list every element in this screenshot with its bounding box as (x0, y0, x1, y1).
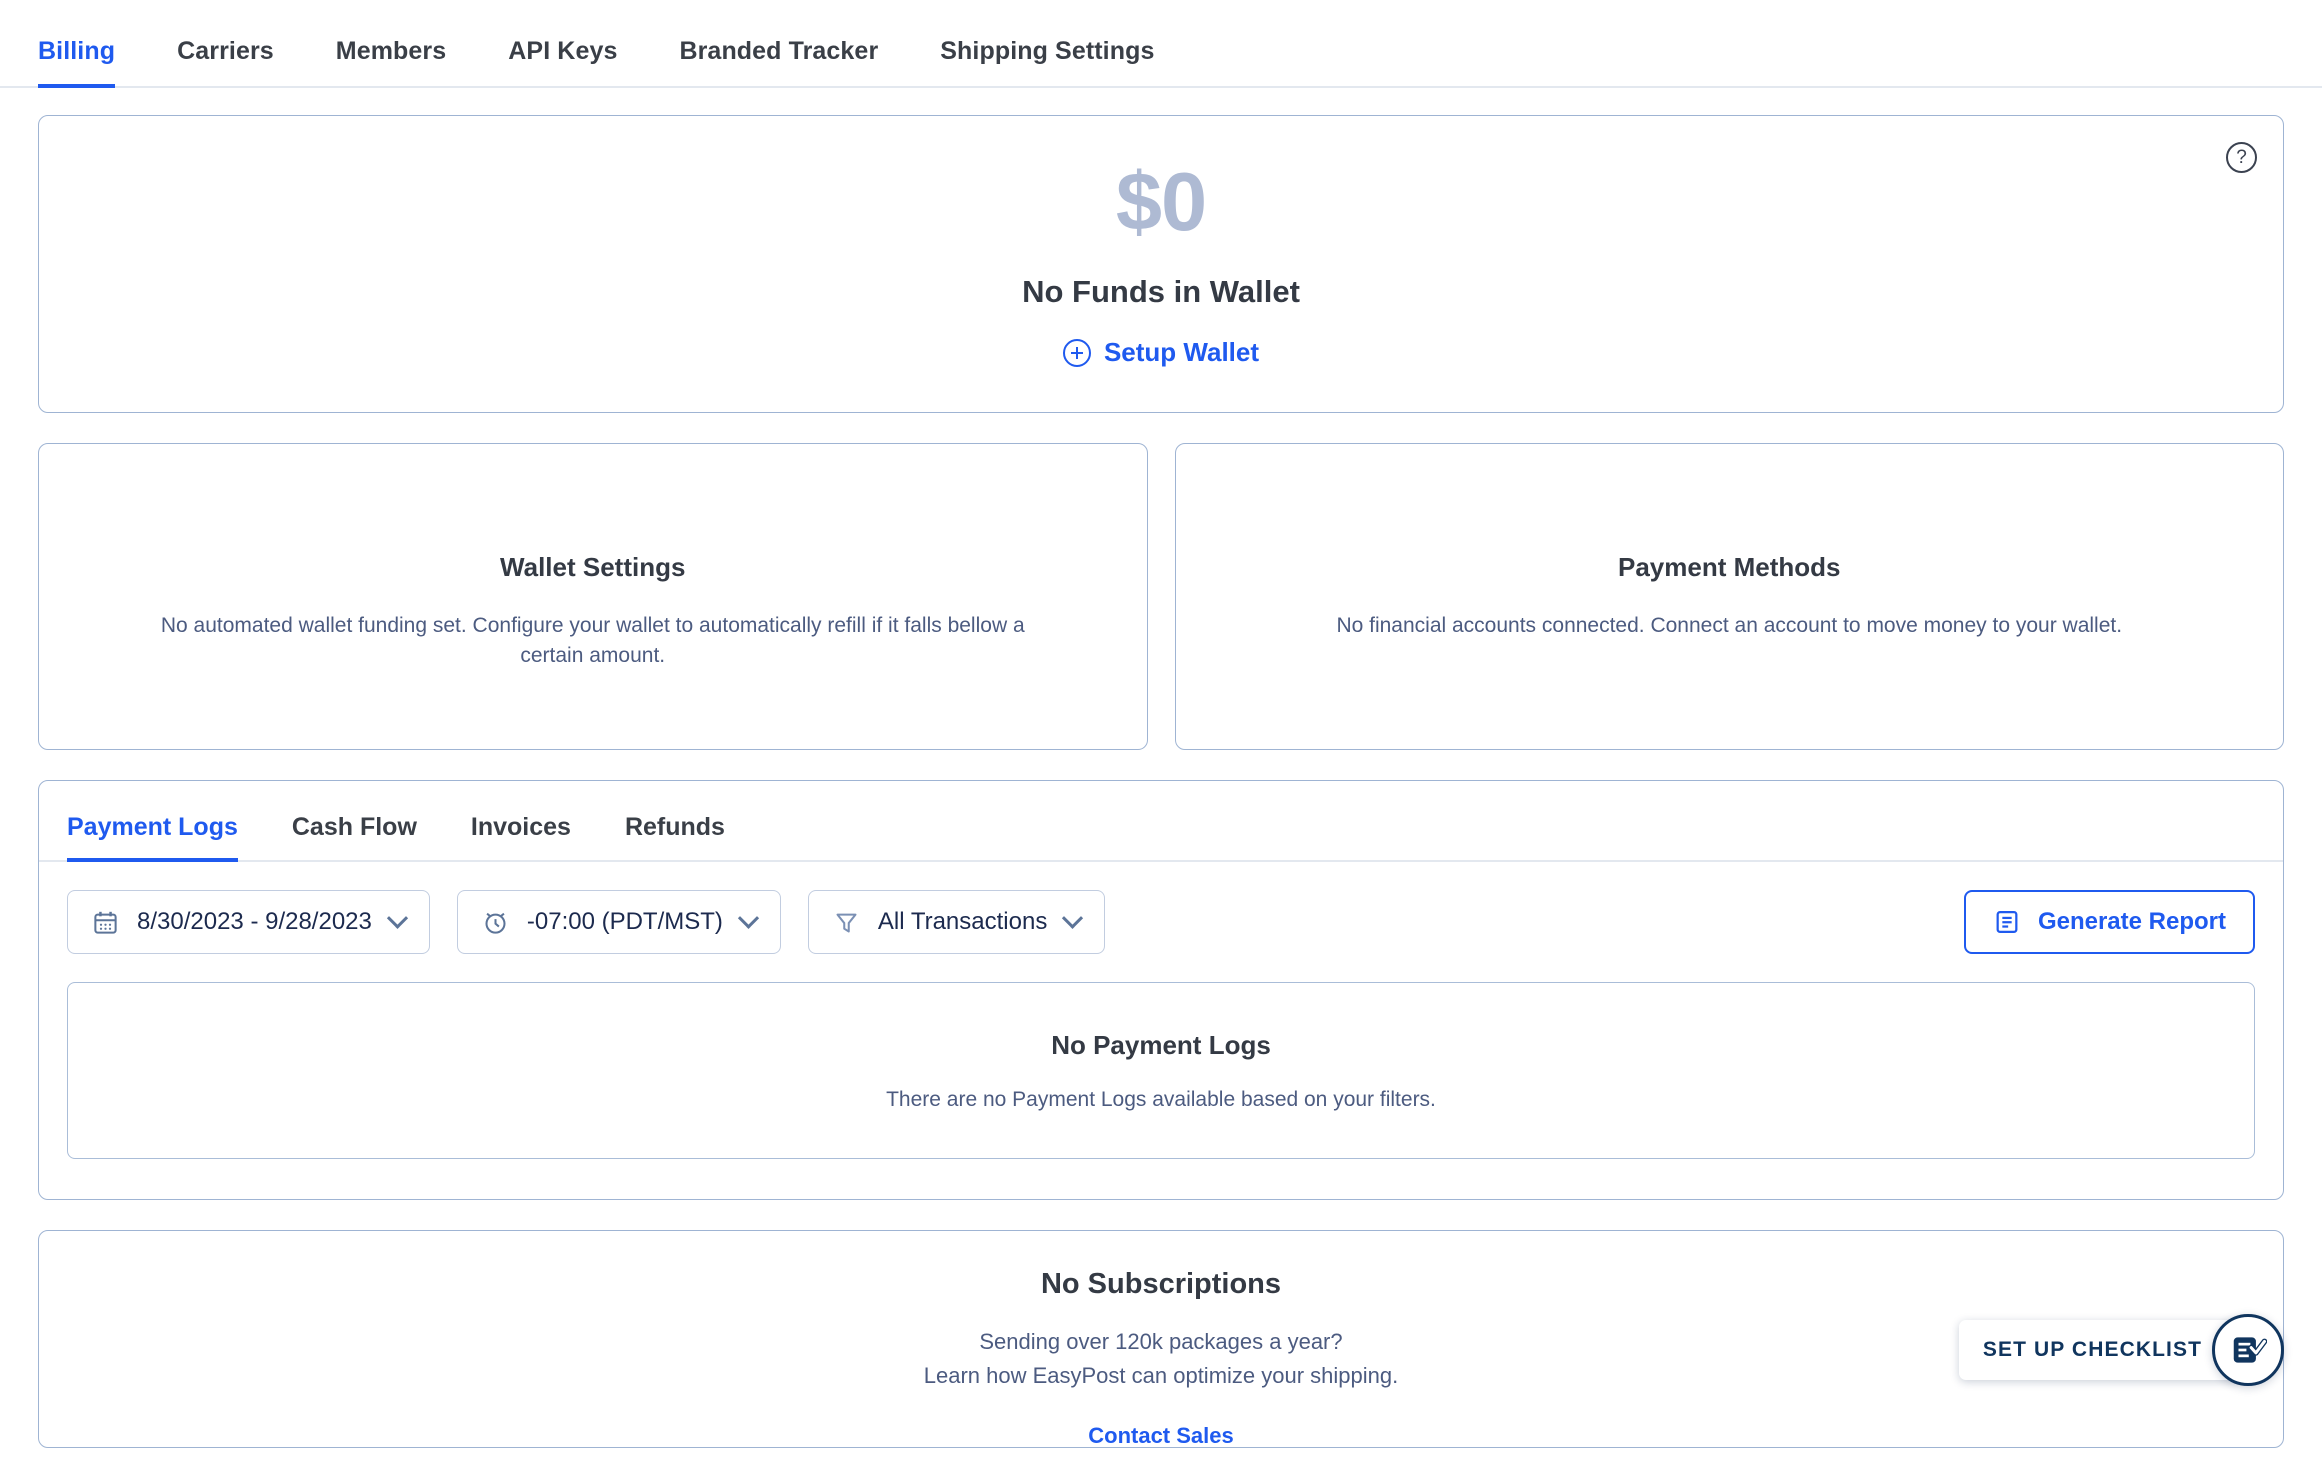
chevron-down-icon (738, 907, 759, 928)
chevron-down-icon (1062, 907, 1083, 928)
setup-checklist-button[interactable] (2212, 1314, 2284, 1386)
checklist-document-icon (2229, 1331, 2267, 1369)
setup-wallet-label: Setup Wallet (1104, 337, 1259, 368)
subscriptions-card: No Subscriptions Sending over 120k packa… (38, 1230, 2284, 1448)
payment-methods-description: No financial accounts connected. Connect… (1336, 611, 2122, 641)
generate-report-label: Generate Report (2038, 908, 2226, 936)
subtab-payment-logs-label: Payment Logs (67, 813, 238, 841)
tab-branded-tracker-label: Branded Tracker (679, 37, 878, 65)
tab-shipping-settings-label: Shipping Settings (940, 37, 1154, 65)
wallet-status-text: No Funds in Wallet (1022, 274, 1300, 310)
subtab-refunds[interactable]: Refunds (625, 813, 725, 860)
chevron-down-icon (387, 907, 408, 928)
payment-logs-empty-title: No Payment Logs (1051, 1030, 1271, 1061)
subtab-cash-flow-label: Cash Flow (292, 813, 417, 841)
payment-methods-title: Payment Methods (1618, 552, 1841, 583)
subscriptions-line-2: Learn how EasyPost can optimize your shi… (924, 1359, 1398, 1393)
setup-checklist-fab: SET UP CHECKLIST (1959, 1314, 2284, 1386)
subtab-invoices[interactable]: Invoices (471, 813, 571, 860)
timezone-value: -07:00 (PDT/MST) (527, 908, 723, 936)
wallet-summary-card: ? $0 No Funds in Wallet Setup Wallet (38, 115, 2284, 413)
tab-api-keys[interactable]: API Keys (508, 37, 617, 86)
wallet-balance-amount: $0 (1116, 160, 1206, 243)
wallet-settings-description: No automated wallet funding set. Configu… (143, 611, 1043, 672)
subscriptions-title: No Subscriptions (1041, 1268, 1281, 1301)
timezone-filter[interactable]: -07:00 (PDT/MST) (457, 890, 781, 954)
logs-tab-bar: Payment Logs Cash Flow Invoices Refunds (39, 813, 2283, 862)
transaction-type-filter[interactable]: All Transactions (808, 890, 1105, 954)
payment-logs-empty-description: There are no Payment Logs available base… (886, 1088, 1436, 1112)
tab-members[interactable]: Members (336, 37, 446, 86)
plus-circle-icon (1063, 339, 1091, 367)
tab-billing-label: Billing (38, 37, 115, 65)
subtab-payment-logs[interactable]: Payment Logs (67, 813, 238, 860)
wallet-settings-card: Wallet Settings No automated wallet fund… (38, 443, 1148, 750)
page-content: ? $0 No Funds in Wallet Setup Wallet Wal… (0, 115, 2322, 1448)
subtab-invoices-label: Invoices (471, 813, 571, 841)
main-tab-bar: Billing Carriers Members API Keys Brande… (0, 0, 2322, 88)
tab-branded-tracker[interactable]: Branded Tracker (679, 37, 878, 86)
tab-members-label: Members (336, 37, 446, 65)
alarm-clock-icon (482, 909, 509, 936)
generate-report-button[interactable]: Generate Report (1964, 890, 2255, 954)
billing-page: Billing Carriers Members API Keys Brande… (0, 0, 2322, 1458)
tab-api-keys-label: API Keys (508, 37, 617, 65)
date-range-filter[interactable]: 8/30/2023 - 9/28/2023 (67, 890, 430, 954)
settings-cards-row: Wallet Settings No automated wallet fund… (38, 443, 2284, 750)
tab-carriers[interactable]: Carriers (177, 37, 274, 86)
question-circle-icon[interactable]: ? (2226, 142, 2257, 173)
subtab-refunds-label: Refunds (625, 813, 725, 841)
tab-carriers-label: Carriers (177, 37, 274, 65)
transaction-type-value: All Transactions (878, 908, 1047, 936)
wallet-settings-title: Wallet Settings (500, 552, 685, 583)
logs-filter-row: 8/30/2023 - 9/28/2023 -07:00 (PDT/MST) (39, 862, 2283, 954)
subscriptions-line-1: Sending over 120k packages a year? (979, 1325, 1342, 1359)
tab-billing[interactable]: Billing (38, 37, 115, 86)
help-glyph: ? (2236, 148, 2247, 167)
funnel-filter-icon (833, 909, 860, 936)
calendar-icon (92, 909, 119, 936)
document-lines-icon (1993, 908, 2021, 936)
payment-logs-empty-state: No Payment Logs There are no Payment Log… (67, 982, 2255, 1159)
subtab-cash-flow[interactable]: Cash Flow (292, 813, 417, 860)
setup-wallet-button[interactable]: Setup Wallet (1063, 337, 1259, 368)
date-range-value: 8/30/2023 - 9/28/2023 (137, 908, 372, 936)
contact-sales-link[interactable]: Contact Sales (1088, 1423, 1234, 1449)
payment-logs-card: Payment Logs Cash Flow Invoices Refunds (38, 780, 2284, 1200)
payment-methods-card: Payment Methods No financial accounts co… (1175, 443, 2285, 750)
setup-checklist-label[interactable]: SET UP CHECKLIST (1959, 1320, 2240, 1380)
tab-shipping-settings[interactable]: Shipping Settings (940, 37, 1154, 86)
